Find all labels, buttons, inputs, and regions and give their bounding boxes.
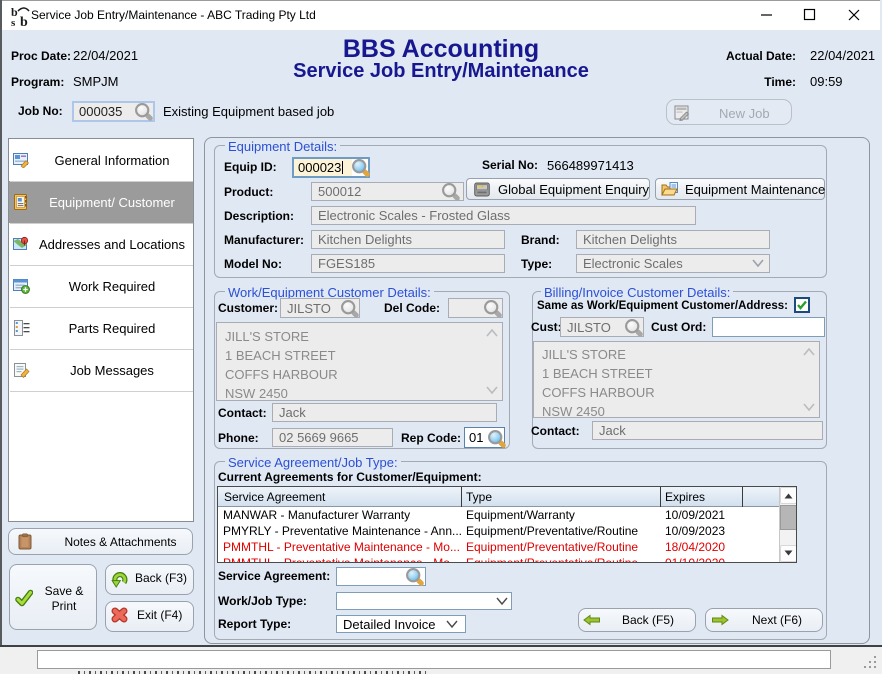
svg-text:b: b (20, 15, 28, 29)
svg-text:s: s (11, 17, 16, 29)
